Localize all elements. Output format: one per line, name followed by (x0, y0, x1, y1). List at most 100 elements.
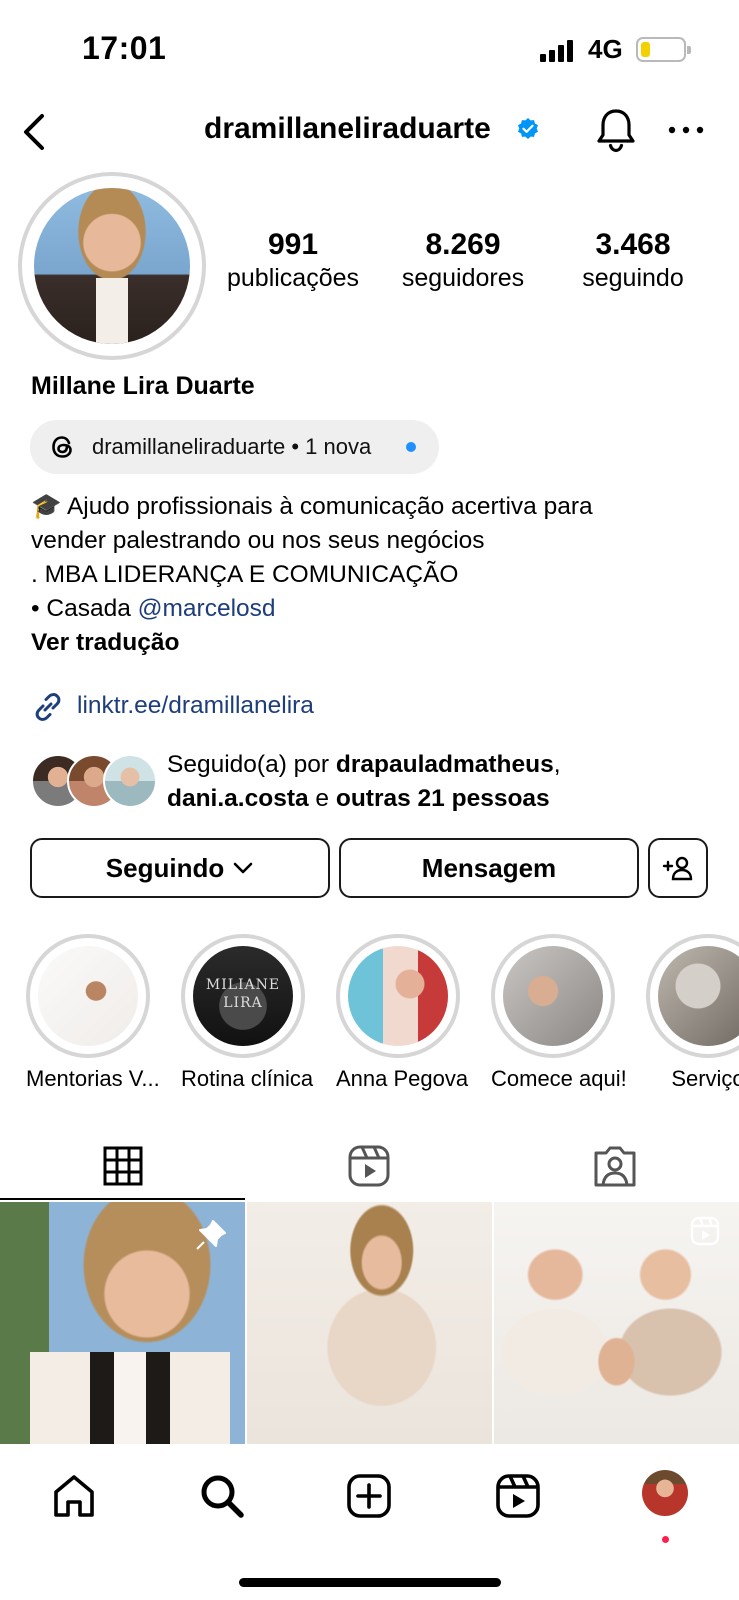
message-button-label: Mensagem (421, 852, 557, 883)
highlight-ring (26, 934, 150, 1058)
stat-following[interactable]: 3.468 seguindo (558, 228, 708, 293)
link-text[interactable]: linktr.ee/dramillanelira (77, 692, 314, 720)
create-post-icon (347, 1474, 391, 1518)
profile-full-name: Millane Lira Duarte (31, 372, 255, 400)
home-icon (54, 1475, 94, 1517)
tab-reels[interactable] (246, 1128, 492, 1204)
threads-badge[interactable]: dramillaneliraduarte • 1 nova (30, 420, 439, 474)
highlight-item[interactable]: MILIANE LIRA Rotina clínica (181, 934, 314, 1092)
avatar (103, 754, 157, 808)
threads-icon (48, 432, 78, 462)
network-type: 4G (588, 34, 623, 64)
add-person-icon (662, 856, 693, 881)
threads-text: dramillaneliraduarte • 1 nova (92, 434, 372, 459)
highlight-label: Serviço (671, 1066, 739, 1091)
highlight-ring (491, 934, 615, 1058)
stat-followers-value: 8.269 (425, 228, 501, 261)
nav-home[interactable] (46, 1468, 102, 1524)
highlight-cover (658, 946, 739, 1046)
back-arrow-icon[interactable] (16, 110, 56, 154)
highlight-ring (336, 934, 460, 1058)
following-button[interactable]: Seguindo (30, 838, 330, 898)
bio-mention-link[interactable]: @marcelosd (138, 595, 276, 622)
nav-profile-avatar[interactable] (642, 1470, 688, 1516)
stat-posts[interactable]: 991 publicações (218, 228, 368, 293)
highlight-item[interactable]: Serviço (646, 934, 739, 1092)
highlight-item[interactable]: Mentorias V... (26, 934, 160, 1092)
stat-followers-label: seguidores (401, 264, 525, 292)
highlight-ring (646, 934, 739, 1058)
highlight-ring: MILIANE LIRA (181, 934, 305, 1058)
search-icon (201, 1475, 244, 1518)
followed-by[interactable]: Seguido(a) por drapauladmatheus, dani.a.… (31, 748, 721, 816)
follower-avatars (31, 754, 157, 810)
stat-posts-label: publicações (226, 264, 360, 292)
profile-tabs (0, 1128, 739, 1204)
highlight-cover-text: MILIANE LIRA (205, 977, 281, 1011)
highlight-label: Rotina clínica (181, 1066, 314, 1091)
bio-line-3: . MBA LIDERANÇA E COMUNICAÇÃO (31, 561, 459, 588)
post-thumbnail[interactable] (0, 1202, 245, 1444)
tab-tagged[interactable] (492, 1128, 738, 1204)
link-icon (31, 690, 65, 724)
pin-icon (196, 1220, 226, 1250)
posts-grid (0, 1202, 739, 1444)
header-username: dramillaneliraduarte (204, 112, 491, 145)
signal-icon (540, 38, 576, 62)
tab-grid[interactable] (0, 1128, 246, 1204)
following-button-label: Seguindo (105, 852, 225, 883)
stat-following-label: seguindo (582, 264, 684, 292)
add-user-button[interactable] (648, 838, 708, 898)
bottom-navigation (0, 1444, 739, 1600)
highlight-cover (503, 946, 603, 1046)
highlight-item[interactable]: Anna Pegova (336, 934, 469, 1092)
profile-avatar-ring[interactable] (18, 172, 206, 360)
profile-bio: 🎓 Ajudo profissionais à comunicação acer… (31, 490, 721, 660)
post-thumbnail[interactable] (247, 1202, 492, 1444)
highlight-label: Comece aqui! (491, 1066, 627, 1091)
status-time: 17:01 (82, 30, 167, 66)
followed-by-others[interactable]: outras 21 pessoas (336, 785, 550, 812)
bio-line-4: • Casada @marcelosd (31, 592, 721, 626)
verified-badge-icon (516, 117, 540, 141)
followed-by-prefix: Seguido(a) por (167, 751, 336, 778)
highlight-cover: MILIANE LIRA (193, 946, 293, 1046)
stat-posts-value: 991 (267, 228, 319, 261)
chevron-down-icon (233, 862, 253, 874)
followed-by-conj: e (308, 785, 336, 812)
profile-header: dramillaneliraduarte (0, 100, 739, 164)
notification-dot (662, 1536, 669, 1543)
reels-icon (348, 1145, 390, 1187)
see-translation-link[interactable]: Ver tradução (31, 626, 721, 660)
stat-followers[interactable]: 8.269 seguidores (388, 228, 538, 293)
highlight-item[interactable]: Comece aqui! (491, 934, 627, 1092)
highlight-cover (348, 946, 448, 1046)
follower-name-1[interactable]: drapauladmatheus (336, 751, 554, 778)
follower-name-2[interactable]: dani.a.costa (167, 785, 309, 812)
nav-create[interactable] (341, 1468, 397, 1524)
nav-reels[interactable] (490, 1468, 546, 1524)
bio-line-1: 🎓 Ajudo profissionais à comunicação acer… (31, 493, 593, 520)
bio-line-4-prefix: • Casada (31, 595, 138, 622)
highlight-label: Anna Pegova (336, 1066, 469, 1091)
reels-icon (496, 1474, 540, 1518)
new-indicator-dot (406, 442, 416, 452)
tagged-person-icon (594, 1146, 636, 1187)
active-tab-indicator (0, 1198, 245, 1200)
followed-by-text: Seguido(a) por drapauladmatheus, dani.a.… (167, 748, 561, 816)
notification-bell-icon[interactable] (594, 106, 638, 154)
profile-avatar (34, 188, 190, 344)
nav-search[interactable] (194, 1468, 250, 1524)
battery-icon (636, 37, 691, 62)
bio-line-2: vender palestrando ou nos seus negócios (31, 527, 485, 554)
highlight-cover (38, 946, 138, 1046)
grid-icon (103, 1146, 143, 1186)
followed-by-comma: , (553, 751, 561, 778)
highlight-label: Mentorias V... (26, 1066, 160, 1091)
post-thumbnail[interactable] (494, 1202, 739, 1444)
message-button[interactable]: Mensagem (339, 838, 639, 898)
reels-icon (690, 1216, 720, 1246)
home-indicator (239, 1578, 501, 1587)
status-bar: 17:01 4G (0, 0, 739, 100)
more-options-icon[interactable] (666, 118, 706, 142)
